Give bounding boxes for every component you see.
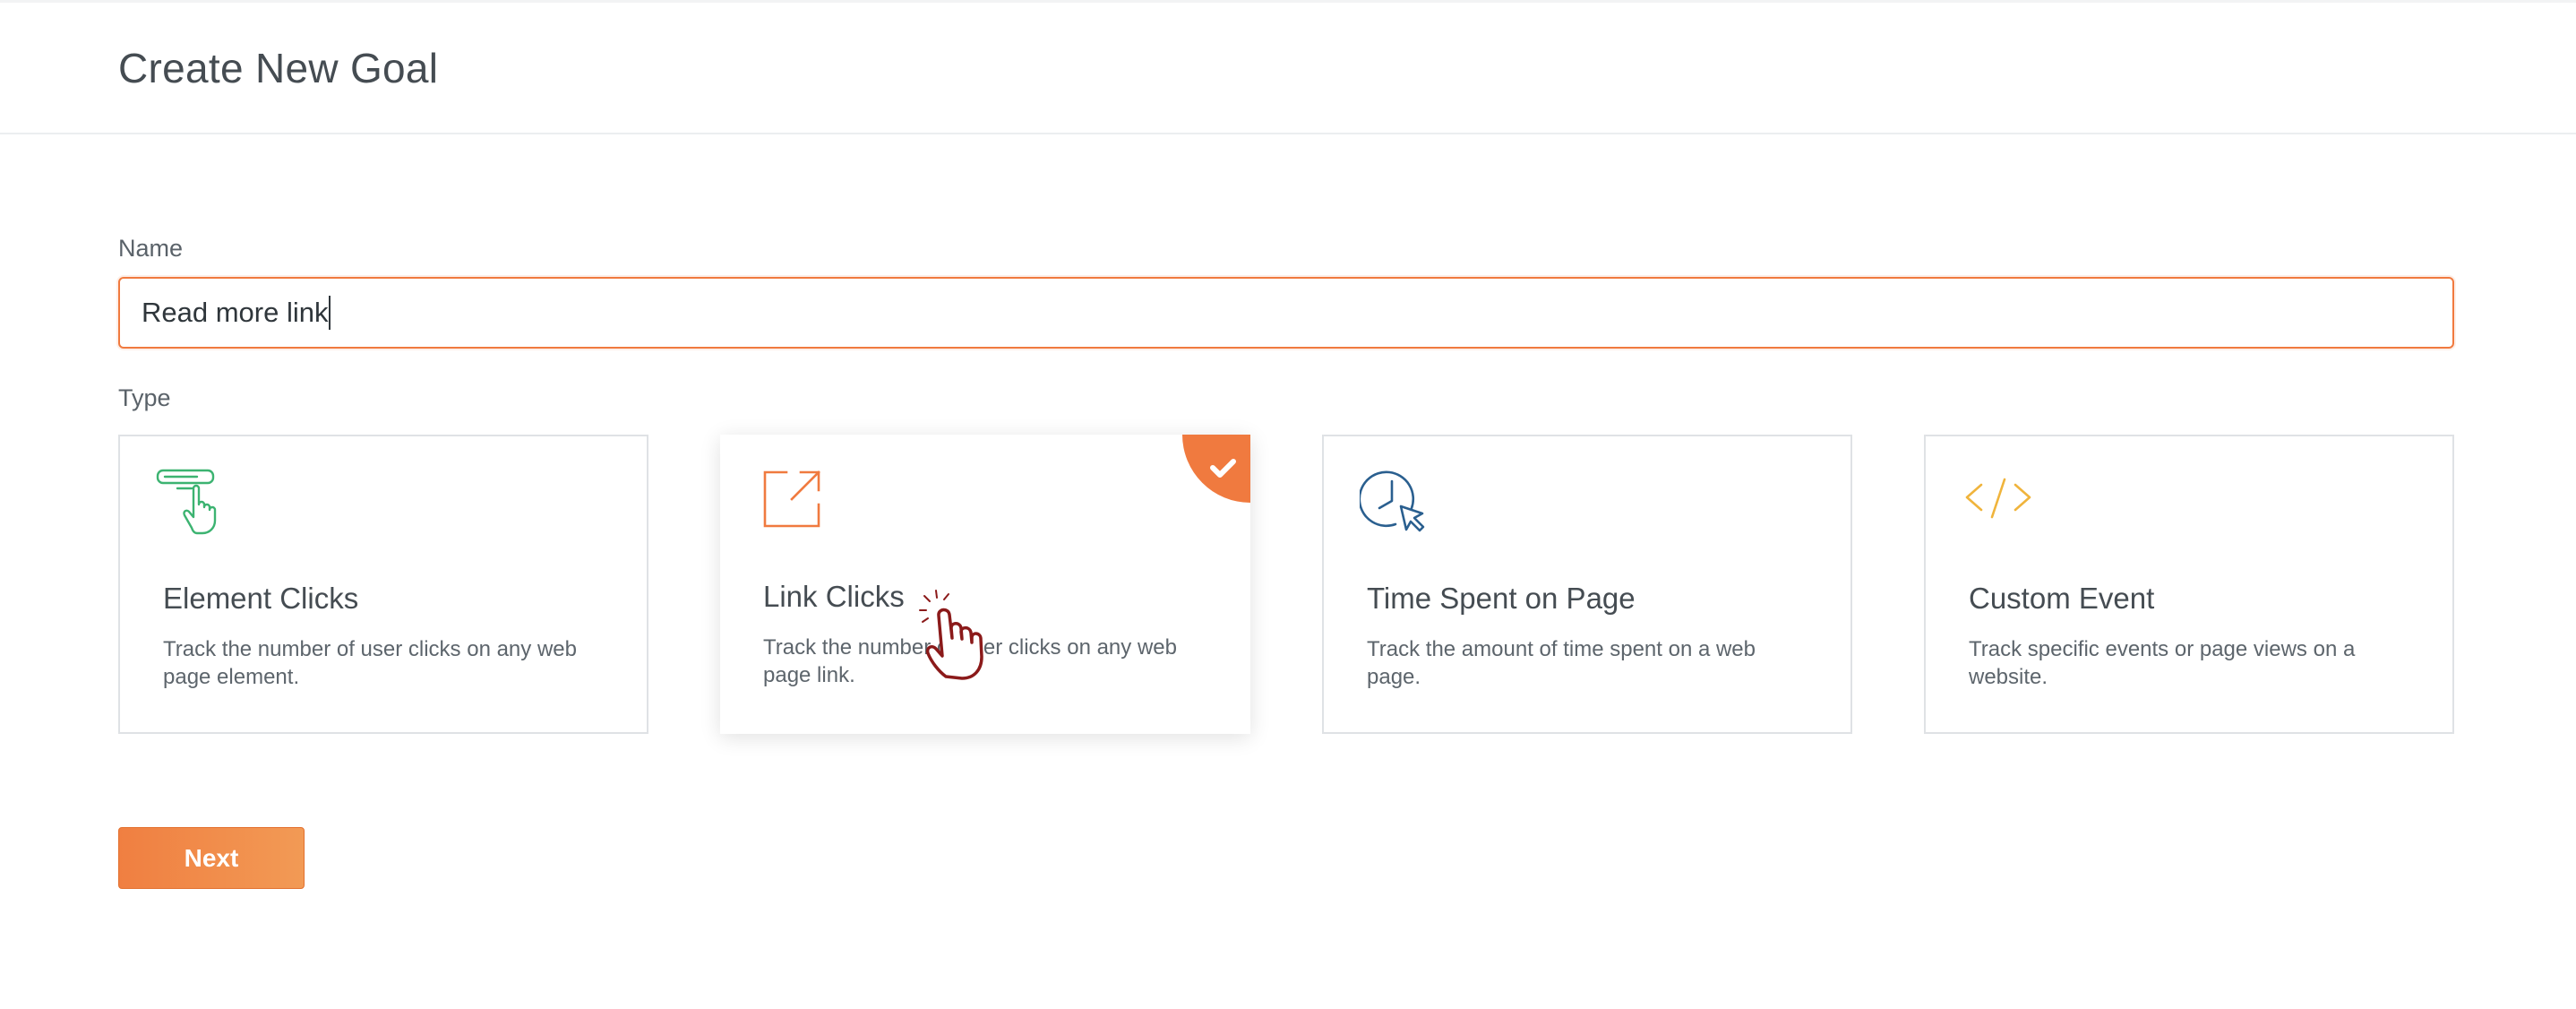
- goal-type-options: Element Clicks Track the number of user …: [118, 435, 2454, 734]
- type-card-time-spent[interactable]: Time Spent on Page Track the amount of t…: [1322, 435, 1852, 734]
- card-title: Time Spent on Page: [1367, 582, 1636, 615]
- page-title: Create New Goal: [118, 45, 439, 91]
- card-description: Track the number of user clicks on any w…: [763, 635, 1177, 687]
- card-title: Link Clicks: [763, 580, 905, 613]
- create-goal-page: Create New Goal Name Read more link Type…: [0, 0, 2576, 1009]
- next-button[interactable]: Next: [118, 827, 305, 889]
- clock-cursor-icon: [1360, 470, 1425, 532]
- card-description: Track specific events or page views on a…: [1969, 637, 2356, 689]
- name-label: Name: [118, 235, 184, 262]
- card-description: Track the number of user clicks on any w…: [163, 637, 577, 689]
- name-input-value: Read more link: [142, 297, 329, 328]
- element-click-icon: [156, 469, 217, 535]
- text-caret: [329, 295, 331, 330]
- code-icon: [1965, 478, 2031, 519]
- external-link-icon: [763, 470, 820, 528]
- page-header: Create New Goal: [0, 3, 2576, 134]
- type-label: Type: [118, 384, 171, 411]
- type-card-element-clicks[interactable]: Element Clicks Track the number of user …: [118, 435, 648, 734]
- name-input[interactable]: Read more link: [118, 277, 2454, 349]
- type-card-link-clicks[interactable]: Link Clicks Track the number of user cli…: [720, 435, 1250, 734]
- card-title: Element Clicks: [163, 582, 359, 615]
- card-title: Custom Event: [1969, 582, 2155, 615]
- card-description: Track the amount of time spent on a web …: [1367, 637, 1756, 689]
- selected-check-icon: [1182, 435, 1250, 503]
- type-card-custom-event[interactable]: Custom Event Track specific events or pa…: [1924, 435, 2454, 734]
